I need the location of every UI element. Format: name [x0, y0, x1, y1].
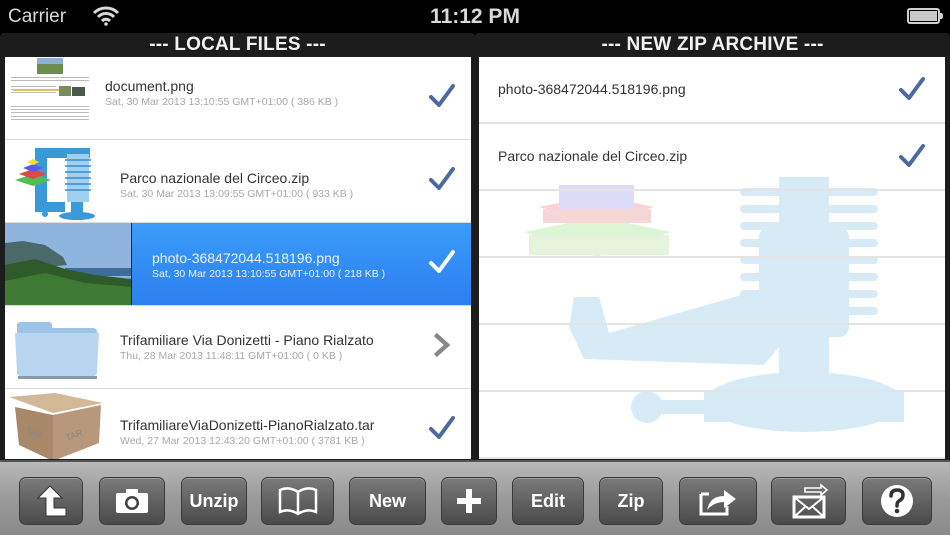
photo-thumbnail [5, 223, 132, 305]
file-row-selected[interactable]: photo-368472044.518196.png Sat, 30 Mar 2… [5, 223, 471, 306]
plus-icon [457, 489, 481, 513]
book-button[interactable] [261, 477, 334, 525]
book-icon [278, 487, 317, 516]
share-icon [699, 490, 736, 516]
archive-list[interactable]: photo-368472044.518196.png Parco naziona… [479, 57, 945, 459]
checkmark-icon[interactable] [427, 164, 457, 194]
chevron-right-icon[interactable] [427, 330, 457, 360]
file-row[interactable]: document.png Sat, 30 Mar 2013 13:10:55 G… [5, 57, 471, 140]
file-name: Parco nazionale del Circeo.zip [120, 170, 310, 186]
checkmark-icon[interactable] [897, 141, 927, 171]
checkmark-icon[interactable] [427, 413, 457, 443]
up-button[interactable] [19, 477, 83, 525]
archive-item-row[interactable]: photo-368472044.518196.png [479, 57, 945, 124]
up-arrow-icon [36, 485, 67, 517]
file-row[interactable]: Parco nazionale del Circeo.zip Sat, 30 M… [5, 140, 471, 223]
local-files-title: --- LOCAL FILES --- [149, 34, 326, 55]
new-zip-archive-title: --- NEW ZIP ARCHIVE --- [601, 34, 824, 55]
archive-item-name: Parco nazionale del Circeo.zip [498, 148, 688, 164]
battery-icon [907, 8, 943, 24]
zip-button[interactable]: Zip [599, 477, 663, 525]
clock: 11:12 PM [430, 5, 520, 28]
email-button[interactable] [771, 477, 846, 525]
zip-clamp-icon [15, 148, 95, 220]
new-button[interactable]: New [349, 477, 426, 525]
file-name: photo-368472044.518196.png [152, 250, 340, 266]
file-meta: Sat, 30 Mar 2013 13:10:55 GMT+01:00 ( 21… [152, 268, 386, 280]
checkmark-icon[interactable] [427, 81, 457, 111]
camera-button[interactable] [99, 477, 165, 525]
edit-button[interactable]: Edit [512, 477, 584, 525]
archive-item-row[interactable]: Parco nazionale del Circeo.zip [479, 124, 945, 191]
tar-box-icon: TAR TAR [9, 393, 103, 459]
help-icon [881, 485, 913, 517]
folder-row[interactable]: Trifamiliare Via Donizetti - Piano Rialz… [5, 306, 471, 389]
file-row[interactable]: TAR TAR TrifamiliareViaDonizetti-PianoRi… [5, 389, 471, 459]
email-send-icon [792, 483, 828, 519]
share-button[interactable] [679, 477, 757, 525]
unzip-button[interactable]: Unzip [181, 477, 247, 525]
empty-row [479, 191, 945, 258]
file-meta: Sat, 30 Mar 2013 13:09:55 GMT+01:00 ( 93… [120, 188, 354, 200]
local-files-panel: --- LOCAL FILES --- document.png Sat, 30… [0, 33, 475, 460]
checkmark-icon[interactable] [897, 74, 927, 104]
file-meta: Sat, 30 Mar 2013 13:10:55 GMT+01:00 ( 38… [105, 96, 339, 108]
camera-icon [116, 489, 148, 513]
new-zip-archive-panel: --- NEW ZIP ARCHIVE --- photo-368472044.… [475, 33, 950, 460]
bottom-toolbar: Unzip New Edit Zip [0, 460, 950, 535]
empty-row [479, 258, 945, 325]
empty-row [479, 325, 945, 392]
folder-icon [15, 322, 99, 379]
empty-row [479, 392, 945, 459]
help-button[interactable] [862, 477, 932, 525]
add-button[interactable] [441, 477, 497, 525]
local-files-list[interactable]: document.png Sat, 30 Mar 2013 13:10:55 G… [5, 57, 471, 459]
status-bar: Carrier 11:12 PM [0, 0, 950, 33]
file-name: TrifamiliareViaDonizetti-PianoRialzato.t… [120, 417, 375, 433]
file-meta: Wed, 27 Mar 2013 12:43:20 GMT+01:00 ( 37… [120, 435, 365, 447]
folder-meta: Thu, 28 Mar 2013 11:48:11 GMT+01:00 ( 0 … [120, 350, 343, 362]
file-name: document.png [105, 78, 194, 94]
archive-item-name: photo-368472044.518196.png [498, 81, 686, 97]
folder-name: Trifamiliare Via Donizetti - Piano Rialz… [120, 332, 374, 348]
checkmark-icon[interactable] [427, 247, 457, 277]
